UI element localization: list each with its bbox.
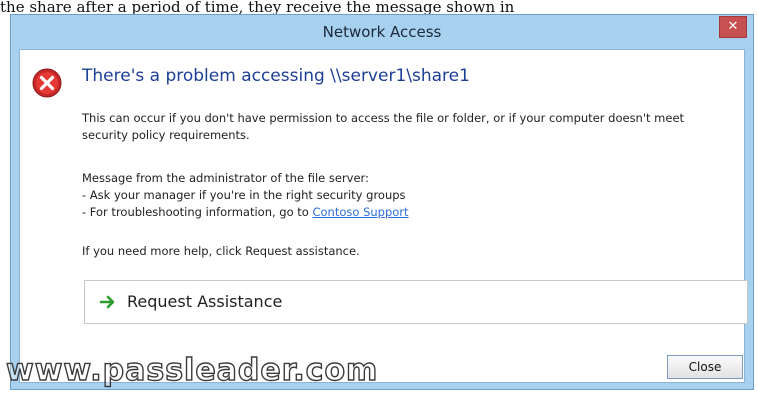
admin-message: Message from the administrator of the fi… bbox=[82, 170, 732, 221]
admin-message-line: - For troubleshooting information, go to… bbox=[82, 204, 732, 221]
dialog-title: Network Access bbox=[322, 23, 442, 41]
dialog-content: There's a problem accessing \\server1\sh… bbox=[19, 49, 748, 383]
watermark: www.passleader.com bbox=[5, 352, 379, 388]
request-assistance-label: Request Assistance bbox=[127, 292, 283, 311]
contoso-support-link[interactable]: Contoso Support bbox=[312, 205, 408, 219]
admin-message-prefix: - For troubleshooting information, go to bbox=[82, 205, 313, 219]
admin-message-line: - Ask your manager if you're in the righ… bbox=[82, 188, 406, 202]
error-description: This can occur if you don't have permiss… bbox=[82, 111, 685, 142]
request-assistance-button[interactable]: Request Assistance bbox=[84, 280, 748, 324]
error-headline: There's a problem accessing \\server1\sh… bbox=[82, 66, 470, 86]
help-text: If you need more help, click Request ass… bbox=[82, 244, 360, 258]
error-icon bbox=[32, 68, 62, 98]
close-button[interactable]: Close bbox=[667, 355, 743, 379]
title-bar: Network Access ✕ bbox=[11, 15, 753, 49]
arrow-right-icon bbox=[99, 295, 115, 309]
close-icon[interactable]: ✕ bbox=[719, 16, 747, 38]
admin-message-header: Message from the administrator of the fi… bbox=[82, 171, 369, 185]
network-access-dialog: Network Access ✕ There's a problem acces… bbox=[10, 14, 754, 390]
